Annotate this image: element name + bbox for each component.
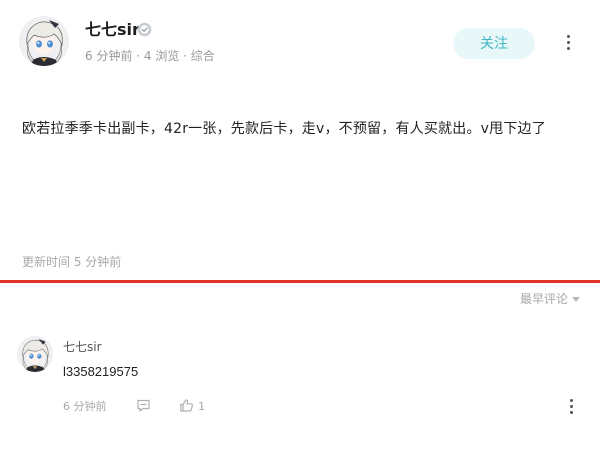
verified-badge-icon [137,22,152,37]
comment-icon[interactable] [136,398,151,413]
post-header: 七七sir 6 分钟前 · 4 浏览 · 综合 关注 [0,0,600,85]
comment-text: l3358219575 [63,364,139,379]
sort-label: 最早评论 [519,292,568,306]
post-content: 欧若拉季季卡出副卡，42r一张，先款后卡，走v，不预留，有人买就出。v甩下边了 [22,121,546,137]
like-count: 1 [198,400,205,413]
author-name[interactable]: 七七sir [85,20,140,40]
author-avatar[interactable] [19,16,69,66]
comment-sort-dropdown[interactable]: 最早评论 [520,291,580,307]
thumbs-up-icon[interactable] [179,398,194,413]
anime-avatar-illustration [17,336,53,372]
update-time: 更新时间 5 分钟前 [22,255,122,269]
comment-time: 6 分钟前 [63,400,107,413]
follow-button[interactable]: 关注 [453,28,535,59]
anime-avatar-illustration [19,16,69,66]
post-meta: 6 分钟前 · 4 浏览 · 综合 [85,49,215,63]
caret-down-icon [572,297,580,302]
section-divider [0,280,600,283]
more-options-icon[interactable] [567,399,575,417]
comment-author[interactable]: 七七sir [63,339,102,355]
commenter-avatar[interactable] [17,336,53,372]
more-options-icon[interactable] [564,35,572,53]
